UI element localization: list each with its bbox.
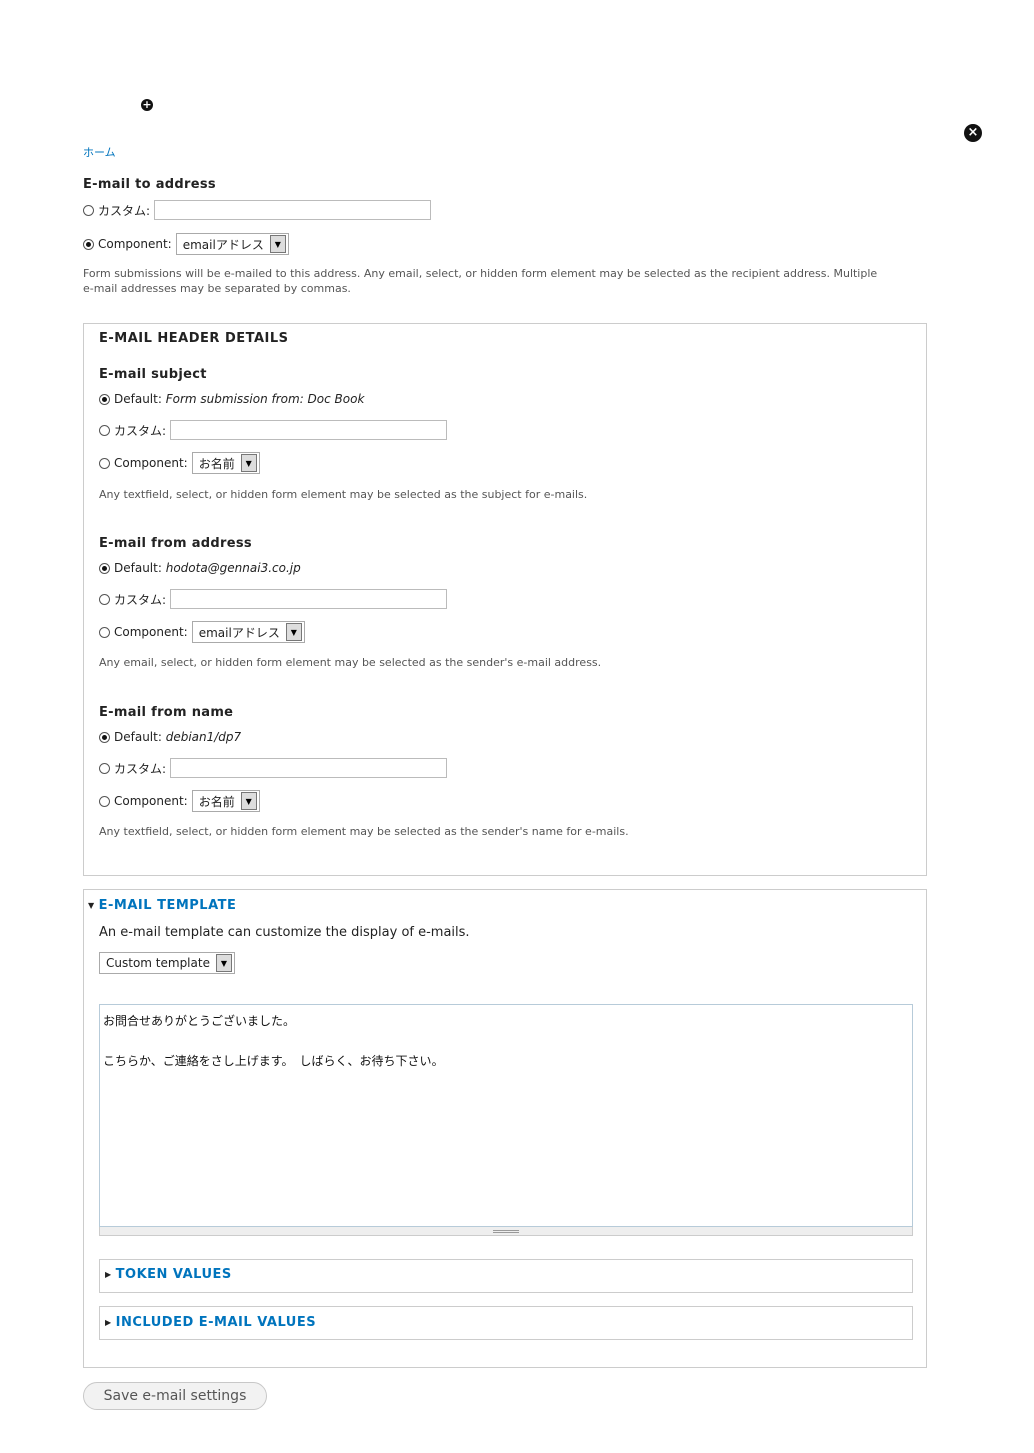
chevron-down-icon: ▼: [269, 235, 286, 253]
subject-custom-radio[interactable]: [99, 424, 110, 436]
subject-component-label: Component:: [114, 456, 188, 470]
template-legend-toggle[interactable]: ▼ E-MAIL TEMPLATE: [88, 898, 236, 913]
template-select-wrap: Custom template ▼: [99, 952, 235, 974]
from-address-custom-radio[interactable]: [99, 593, 110, 605]
from-name-default-row: Default: debian1/dp7: [99, 730, 241, 744]
from-address-default-label: Default:: [114, 561, 162, 575]
subject-component-radio[interactable]: [99, 457, 110, 469]
from-name-component-row: Component: お名前 ▼: [99, 790, 260, 812]
template-select[interactable]: Custom template ▼: [99, 952, 235, 974]
from-name-custom-label: カスタム:: [114, 761, 167, 776]
included-values-legend: INCLUDED E-MAIL VALUES: [115, 1315, 317, 1330]
textarea-resize-grip[interactable]: [99, 1227, 913, 1236]
triangle-right-icon: ▶: [105, 1270, 112, 1279]
from-address-component-value: emailアドレス: [198, 625, 280, 640]
from-name-label: E-mail from name: [99, 705, 234, 720]
template-body-textarea[interactable]: お問合せありがとうございました。 こちらか、ご連絡をさし上げます。 しばらく、お…: [99, 1004, 913, 1227]
from-address-component-row: Component: emailアドレス ▼: [99, 621, 305, 643]
from-name-description: Any textfield, select, or hidden form el…: [99, 825, 629, 838]
subject-component-select[interactable]: お名前 ▼: [191, 452, 260, 474]
chevron-down-icon: ▼: [285, 623, 302, 641]
triangle-right-icon: ▶: [105, 1318, 112, 1327]
subject-component-value: お名前: [198, 456, 235, 471]
from-name-custom-radio[interactable]: [99, 762, 110, 774]
subject-component-row: Component: お名前 ▼: [99, 452, 260, 474]
from-address-custom-row: カスタム:: [99, 589, 448, 609]
to-address-custom-radio[interactable]: [83, 204, 94, 216]
template-select-value: Custom template: [106, 956, 210, 970]
subject-default-row: Default: Form submission from: Doc Book: [99, 392, 364, 406]
subject-custom-row: カスタム:: [99, 420, 448, 440]
subject-custom-input[interactable]: [170, 420, 448, 440]
to-address-custom-label: カスタム:: [98, 203, 151, 218]
from-name-custom-row: カスタム:: [99, 758, 448, 778]
from-address-custom-input[interactable]: [170, 589, 448, 609]
template-legend: E-MAIL TEMPLATE: [98, 898, 237, 913]
from-address-component-select[interactable]: emailアドレス ▼: [191, 621, 305, 643]
from-address-description: Any email, select, or hidden form elemen…: [99, 656, 602, 669]
included-values-toggle[interactable]: ▶ INCLUDED E-MAIL VALUES: [105, 1315, 316, 1330]
subject-label: E-mail subject: [99, 367, 207, 382]
from-address-component-label: Component:: [114, 625, 188, 639]
subject-default-label: Default:: [114, 392, 162, 406]
subject-description: Any textfield, select, or hidden form el…: [99, 488, 588, 501]
to-address-component-label: Component:: [98, 237, 172, 251]
from-name-component-value: お名前: [198, 794, 235, 809]
to-address-component-value: emailアドレス: [182, 237, 264, 252]
to-address-description-line2: e-mail addresses may be separated by com…: [83, 282, 351, 295]
from-address-default-value: hodota@gennai3.co.jp: [165, 561, 301, 575]
from-address-default-radio[interactable]: [99, 562, 110, 574]
from-name-component-label: Component:: [114, 794, 188, 808]
from-name-default-radio[interactable]: [99, 731, 110, 743]
token-values-toggle[interactable]: ▶ TOKEN VALUES: [105, 1267, 232, 1282]
to-address-component-select[interactable]: emailアドレス ▼: [175, 233, 289, 255]
triangle-down-icon: ▼: [88, 901, 95, 910]
to-address-custom-input[interactable]: [154, 200, 432, 220]
subject-default-value: Form submission from: Doc Book: [165, 392, 365, 406]
chevron-down-icon: ▼: [215, 954, 232, 972]
token-values-legend: TOKEN VALUES: [115, 1267, 232, 1282]
chevron-down-icon: ▼: [240, 454, 257, 472]
from-name-default-label: Default:: [114, 730, 162, 744]
header-details-legend: E-MAIL HEADER DETAILS: [99, 331, 289, 346]
to-address-component-row: Component: emailアドレス ▼: [83, 233, 289, 255]
from-address-custom-label: カスタム:: [114, 592, 167, 607]
from-name-component-radio[interactable]: [99, 795, 110, 807]
chevron-down-icon: ▼: [240, 792, 257, 810]
template-intro: An e-mail template can customize the dis…: [99, 925, 470, 940]
subject-custom-label: カスタム:: [114, 423, 167, 438]
save-email-settings-button[interactable]: Save e-mail settings: [83, 1382, 267, 1410]
from-name-default-value: debian1/dp7: [165, 730, 242, 744]
subject-default-radio[interactable]: [99, 393, 110, 405]
to-address-custom-row: カスタム:: [83, 200, 432, 220]
to-address-label: E-mail to address: [83, 177, 216, 192]
from-address-label: E-mail from address: [99, 536, 252, 551]
breadcrumb-home[interactable]: ホーム: [83, 144, 116, 160]
to-address-component-radio[interactable]: [83, 238, 94, 250]
from-address-default-row: Default: hodota@gennai3.co.jp: [99, 561, 301, 575]
to-address-description-line1: Form submissions will be e-mailed to thi…: [83, 267, 878, 280]
add-icon[interactable]: +: [141, 99, 153, 111]
to-address-description: Form submissions will be e-mailed to thi…: [83, 266, 933, 296]
close-icon[interactable]: ×: [964, 124, 982, 142]
from-name-custom-input[interactable]: [170, 758, 448, 778]
from-address-component-radio[interactable]: [99, 626, 110, 638]
from-name-component-select[interactable]: お名前 ▼: [191, 790, 260, 812]
